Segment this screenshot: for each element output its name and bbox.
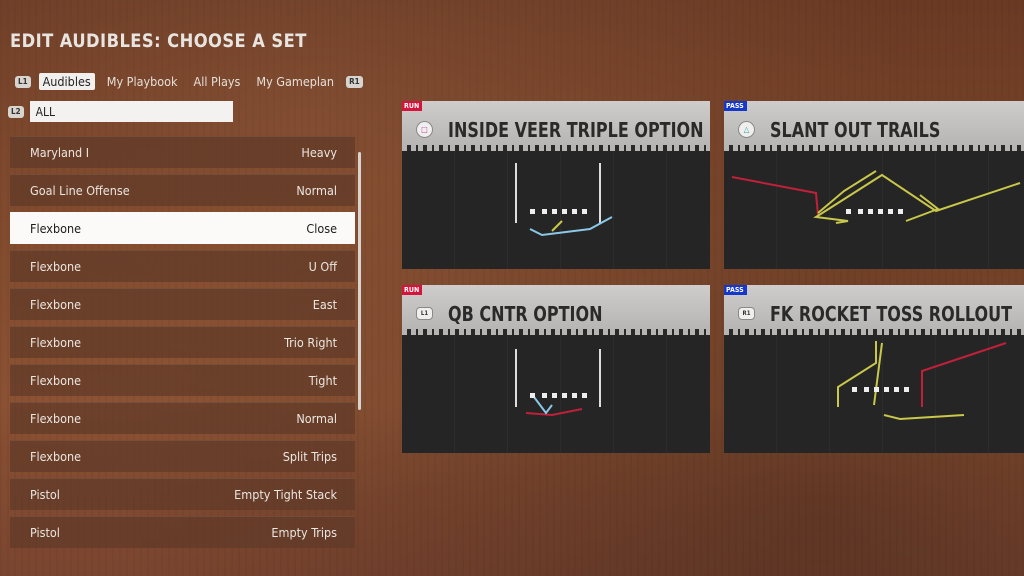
formation-name: Flexbone: [30, 221, 82, 236]
formation-name: Flexbone: [30, 449, 82, 464]
formation-set: Normal: [296, 411, 337, 426]
tab-all-plays[interactable]: All Plays: [190, 73, 245, 90]
r1-button-icon[interactable]: R1: [346, 75, 363, 88]
player-marker: [864, 387, 869, 392]
play-type-badge: RUN: [402, 101, 423, 111]
player-marker: [868, 209, 873, 214]
formation-set: Empty Tight Stack: [234, 487, 337, 502]
formation-row[interactable]: Flexbone Trio Right: [10, 326, 355, 358]
formation-set: Split Trips: [282, 449, 337, 464]
play-card-header: RUN □ INSIDE VEER TRIPLE OPTION: [402, 101, 710, 151]
play-card-header: RUN L1 QB CNTR OPTION: [402, 285, 710, 335]
page-title: EDIT AUDIBLES: CHOOSE A SET: [10, 30, 307, 52]
player-marker: [904, 387, 909, 392]
player-marker: [858, 209, 863, 214]
formation-row[interactable]: Flexbone Tight: [10, 364, 355, 396]
formation-row[interactable]: Flexbone Normal: [10, 402, 355, 434]
play-diagram: [515, 349, 601, 417]
player-marker: [878, 209, 883, 214]
formation-name: Flexbone: [30, 335, 82, 350]
player-marker: [562, 209, 567, 214]
formation-list: Maryland I Heavy Goal Line Offense Normal Fl…: [10, 136, 355, 554]
formation-set: Heavy: [301, 145, 337, 160]
formation-row[interactable]: Goal Line Offense Normal: [10, 174, 355, 206]
formation-set: Trio Right: [284, 335, 337, 350]
player-marker: [884, 387, 889, 392]
formation-set: Empty Trips: [271, 525, 337, 540]
formation-row[interactable]: Maryland I Heavy: [10, 136, 355, 168]
play-card[interactable]: PASS △ SLANT OUT TRAILS: [724, 101, 1024, 269]
play-name: INSIDE VEER TRIPLE OPTION: [448, 118, 704, 142]
player-marker: [894, 387, 899, 392]
formation-set: Close: [306, 221, 337, 236]
formation-name: Flexbone: [30, 297, 82, 312]
play-name: QB CNTR OPTION: [448, 302, 603, 326]
l2-button-icon[interactable]: L2: [8, 105, 24, 118]
formation-filter-dropdown[interactable]: ALL: [29, 101, 233, 122]
play-diagram: [837, 341, 1007, 421]
tab-my-playbook[interactable]: My Playbook: [103, 73, 182, 90]
player-marker: [530, 393, 535, 398]
player-marker: [552, 209, 557, 214]
player-marker: [572, 393, 577, 398]
L1-button-icon: L1: [416, 307, 433, 320]
play-diagram: [731, 170, 1021, 224]
play-card[interactable]: PASS R1 FK ROCKET TOSS ROLLOUT: [724, 285, 1024, 453]
play-diagram: [515, 163, 613, 237]
tab-audibles[interactable]: Audibles: [38, 73, 95, 90]
l1-button-icon[interactable]: L1: [15, 75, 31, 88]
player-marker: [852, 387, 857, 392]
R1-button-icon: R1: [738, 307, 755, 320]
formation-name: Goal Line Offense: [30, 183, 130, 198]
player-marker: [542, 209, 547, 214]
play-card[interactable]: RUN □ INSIDE VEER TRIPLE OPTION: [402, 101, 710, 269]
formation-row[interactable]: Pistol Empty Tight Stack: [10, 478, 355, 510]
formation-name: Flexbone: [30, 259, 82, 274]
play-name: FK ROCKET TOSS ROLLOUT: [770, 302, 1013, 326]
player-marker: [542, 393, 547, 398]
formation-name: Flexbone: [30, 373, 82, 388]
player-marker: [562, 393, 567, 398]
formation-name: Maryland I: [30, 145, 90, 160]
tab-my-gameplan[interactable]: My Gameplan: [252, 73, 338, 90]
formation-set: U Off: [308, 259, 337, 274]
square-button-icon: □: [416, 121, 433, 138]
player-marker: [846, 209, 851, 214]
play-card[interactable]: RUN L1 QB CNTR OPTION: [402, 285, 710, 453]
formation-row[interactable]: Flexbone Split Trips: [10, 440, 355, 472]
formation-name: Pistol: [30, 525, 60, 540]
formation-set: East: [312, 297, 337, 312]
player-marker: [582, 209, 587, 214]
player-marker: [874, 387, 879, 392]
play-card-header: PASS R1 FK ROCKET TOSS ROLLOUT: [724, 285, 1024, 335]
formation-row[interactable]: Flexbone Close: [10, 212, 355, 244]
play-card-header: PASS △ SLANT OUT TRAILS: [724, 101, 1024, 151]
formation-row[interactable]: Pistol Empty Trips: [10, 516, 355, 548]
formation-row[interactable]: Flexbone East: [10, 288, 355, 320]
play-type-badge: PASS: [724, 285, 747, 295]
triangle-button-icon: △: [738, 121, 755, 138]
player-marker: [898, 209, 903, 214]
source-tabs: L1 Audibles My Playbook All Plays My Gam…: [15, 73, 363, 90]
player-marker: [552, 393, 557, 398]
player-marker: [582, 393, 587, 398]
player-marker: [530, 209, 535, 214]
player-marker: [572, 209, 577, 214]
filter-row: L2 ALL: [8, 101, 233, 122]
play-type-badge: RUN: [402, 285, 423, 295]
formation-set: Normal: [296, 183, 337, 198]
formation-name: Pistol: [30, 487, 60, 502]
play-name: SLANT OUT TRAILS: [770, 118, 941, 142]
list-scrollbar[interactable]: [358, 152, 361, 410]
formation-row[interactable]: Flexbone U Off: [10, 250, 355, 282]
play-type-badge: PASS: [724, 101, 747, 111]
formation-set: Tight: [308, 373, 337, 388]
player-marker: [888, 209, 893, 214]
formation-name: Flexbone: [30, 411, 82, 426]
